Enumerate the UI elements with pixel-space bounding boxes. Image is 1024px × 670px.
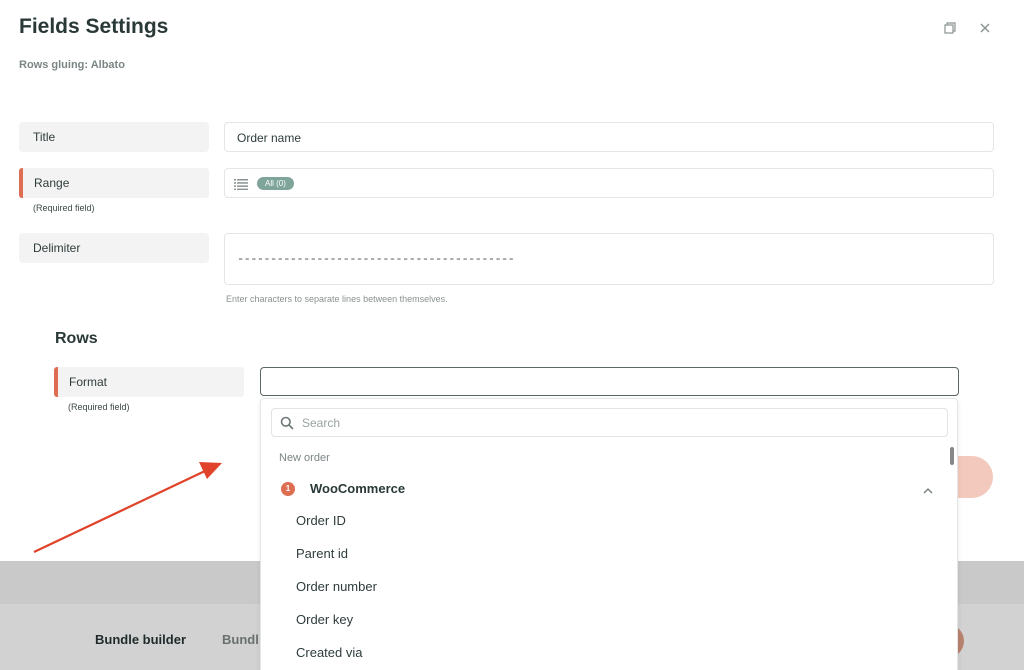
annotation-arrow-icon xyxy=(33,462,222,553)
